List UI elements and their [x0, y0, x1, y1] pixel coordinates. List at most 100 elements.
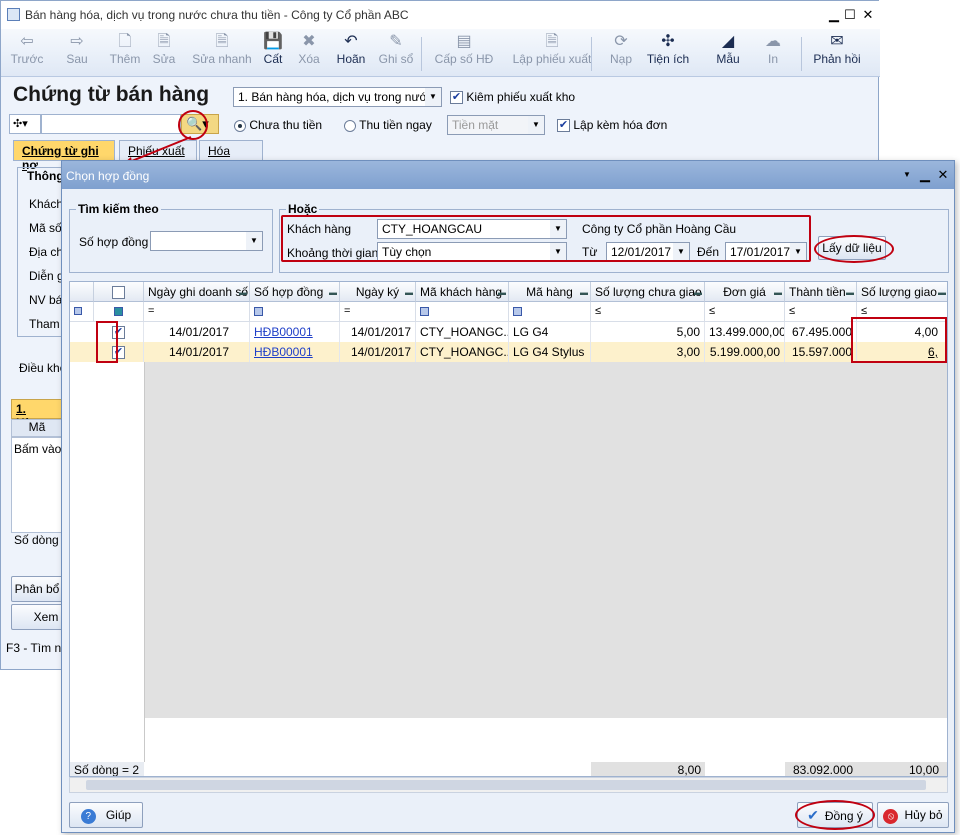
invoice-number-icon: ▤: [456, 33, 472, 50]
toolbar-button-edit-doc[interactable]: 🗎 Sửa: [146, 31, 182, 66]
col-header[interactable]: Số lượng giao ▬: [857, 282, 947, 302]
cell-ngay-ky: 14/01/2017: [340, 342, 416, 362]
kiem-phieu-xuat-kho-option[interactable]: ✔ Kiêm phiếu xuất kho: [450, 90, 575, 105]
toolbar-button-print[interactable]: ☁ In: [761, 31, 785, 66]
tab-chung-tu-ghi-no[interactable]: Chứng từ ghi nợ: [13, 140, 115, 172]
cell-ngay-ky: 14/01/2017: [340, 322, 416, 342]
dialog-minimize-button[interactable]: ▁: [916, 167, 934, 183]
contract-number-label: Số hợp đồng: [79, 235, 149, 249]
xem-button[interactable]: Xem: [11, 604, 63, 630]
col-header[interactable]: Ngày ghi doanh số ▬: [144, 282, 250, 302]
toolbar-button-utility[interactable]: ✣ Tiện ích: [643, 31, 693, 66]
checkbox-checked[interactable]: ✔: [450, 91, 463, 105]
filter-cell[interactable]: [94, 302, 144, 322]
highlight-box: [281, 215, 811, 262]
cancel-button[interactable]: ⦸ Hủy bỏ: [877, 802, 949, 828]
toolbar-button-quick-edit[interactable]: 🗎 Sửa nhanh: [191, 31, 253, 66]
checkbox-checked[interactable]: ✔: [557, 119, 570, 133]
delete-icon: ✖: [302, 33, 316, 50]
toolbar-button-new-doc[interactable]: 🗋 Thêm: [103, 31, 147, 66]
filter-cell[interactable]: [416, 302, 509, 322]
filter-cell[interactable]: ≤: [705, 302, 785, 322]
col-header[interactable]: Thành tiền ▬: [785, 282, 857, 302]
filter-cell[interactable]: =: [340, 302, 416, 322]
status-bar-text: F3 - Tìm nh: [6, 641, 68, 655]
maximize-button[interactable]: ☐: [841, 7, 859, 23]
col-header[interactable]: Đơn giá ▬: [705, 282, 785, 302]
toolbar-button-delete[interactable]: ✖ Xóa: [293, 31, 325, 66]
paid-now-option[interactable]: Thu tiền ngay: [344, 118, 432, 132]
phan-bo-button[interactable]: Phân bổ: [11, 576, 63, 602]
search-options-button[interactable]: ✣▾: [9, 114, 41, 134]
toolbar-button-arrow-left[interactable]: ⇦ Trước: [7, 31, 47, 66]
filter-cell[interactable]: [509, 302, 591, 322]
voucher-type-select[interactable]: 1. Bán hàng hóa, dịch vụ trong nước ▼: [233, 87, 442, 107]
utility-icon: ✣: [661, 33, 675, 50]
export-slip-icon: 🗎: [545, 33, 559, 50]
dialog-menu-icon[interactable]: ▼: [898, 167, 916, 183]
toolbar-label: Xóa: [298, 52, 320, 66]
toolbar-button-export-slip[interactable]: 🗎 Lập phiếu xuất: [506, 31, 598, 66]
toolbar-label: Cấp số HĐ: [434, 52, 494, 66]
filter-cell[interactable]: ≤: [785, 302, 857, 322]
tab-hang-tien[interactable]: 1. Hàng: [11, 399, 63, 430]
pencil-icon: ✎: [389, 33, 403, 50]
help-button[interactable]: ? Giúp: [69, 802, 143, 828]
detail-column-header: Mã: [11, 419, 63, 437]
select-all-checkbox[interactable]: [112, 286, 125, 300]
field-label: Khách: [29, 197, 64, 211]
page-title: Chứng từ bán hàng: [13, 83, 210, 106]
filter-indicator: [70, 302, 94, 322]
toolbar-button-arrow-right[interactable]: ⇨ Sau: [59, 31, 95, 66]
toolbar-button-reload[interactable]: ⟳ Nạp: [601, 31, 641, 66]
col-header[interactable]: Số lượng chưa giao ▬: [591, 282, 705, 302]
payment-method-select[interactable]: Tiền mặt ▼: [447, 115, 545, 135]
toolbar-label: Sửa nhanh: [192, 52, 252, 66]
toolbar-label: Phản hồi: [813, 52, 861, 66]
filter-cell[interactable]: [250, 302, 340, 322]
cell-don-gia: 5.199.000,00: [705, 342, 785, 362]
table-row[interactable]: ✔ 14/01/2017 HĐB00001 14/01/2017 CTY_HOA…: [70, 322, 947, 342]
highlight-ellipse: [795, 800, 875, 830]
col-header[interactable]: Ngày ký ▬: [340, 282, 416, 302]
toolbar-label: Trước: [10, 52, 44, 66]
cell-thanh-tien: 67.495.000: [785, 322, 857, 342]
toolbar-button-pencil[interactable]: ✎ Ghi sổ: [375, 31, 417, 66]
col-header[interactable]: Mã hàng ▬: [509, 282, 591, 302]
arrow-left-icon: ⇦: [20, 33, 34, 50]
col-header[interactable]: Số hợp đồng ▬: [250, 282, 340, 302]
toolbar-button-undo[interactable]: ↶ Hoãn: [331, 31, 371, 66]
cancel-icon: ⦸: [883, 809, 899, 824]
dialog-close-button[interactable]: ✕: [934, 167, 952, 183]
select-all-header[interactable]: [94, 282, 144, 302]
footer-sl-chua-giao: 8,00: [591, 762, 705, 776]
radio-selected[interactable]: [234, 119, 246, 132]
toolbar-button-template[interactable]: ◢ Mẫu: [705, 31, 751, 66]
filter-cell[interactable]: ≤: [591, 302, 705, 322]
footer-sl-giao: 10,00: [857, 762, 947, 776]
tab-hoa-don[interactable]: Hóa đơn: [199, 140, 263, 172]
filter-cell[interactable]: =: [144, 302, 250, 322]
table-row[interactable]: ✔ 14/01/2017 HĐB00001 14/01/2017 CTY_HOA…: [70, 342, 947, 362]
col-header[interactable]: Mã khách hàng ▬: [416, 282, 509, 302]
close-button[interactable]: ✕: [859, 7, 877, 23]
lap-kem-hoa-don-option[interactable]: ✔ Lập kèm hóa đơn: [557, 118, 667, 133]
toolbar-button-feedback-mail[interactable]: ✉ Phản hồi: [807, 31, 867, 66]
unpaid-option[interactable]: Chưa thu tiền: [234, 118, 322, 132]
cell-so-hd[interactable]: HĐB00001: [250, 342, 340, 362]
field-label: Diễn g: [29, 269, 64, 283]
undo-icon: ↶: [344, 33, 358, 50]
cell-ngay-ghi: 14/01/2017: [144, 322, 250, 342]
quick-edit-icon: 🗎: [215, 33, 229, 50]
chevron-down-icon: ▼: [425, 88, 441, 106]
footer-thanh-tien: 83.092.000: [785, 762, 857, 776]
arrow-right-icon: ⇨: [70, 33, 84, 50]
toolbar-button-save[interactable]: 💾 Cất: [259, 31, 287, 66]
cell-so-hd[interactable]: HĐB00001: [250, 322, 340, 342]
contract-number-select[interactable]: ▼: [150, 231, 263, 251]
toolbar-button-invoice-number[interactable]: ▤ Cấp số HĐ: [431, 31, 497, 66]
radio-unselected[interactable]: [344, 119, 356, 132]
toolbar-label: Cất: [263, 52, 283, 66]
cell-ma-kh: CTY_HOANGC...: [416, 322, 509, 342]
horizontal-scrollbar[interactable]: [69, 777, 948, 793]
